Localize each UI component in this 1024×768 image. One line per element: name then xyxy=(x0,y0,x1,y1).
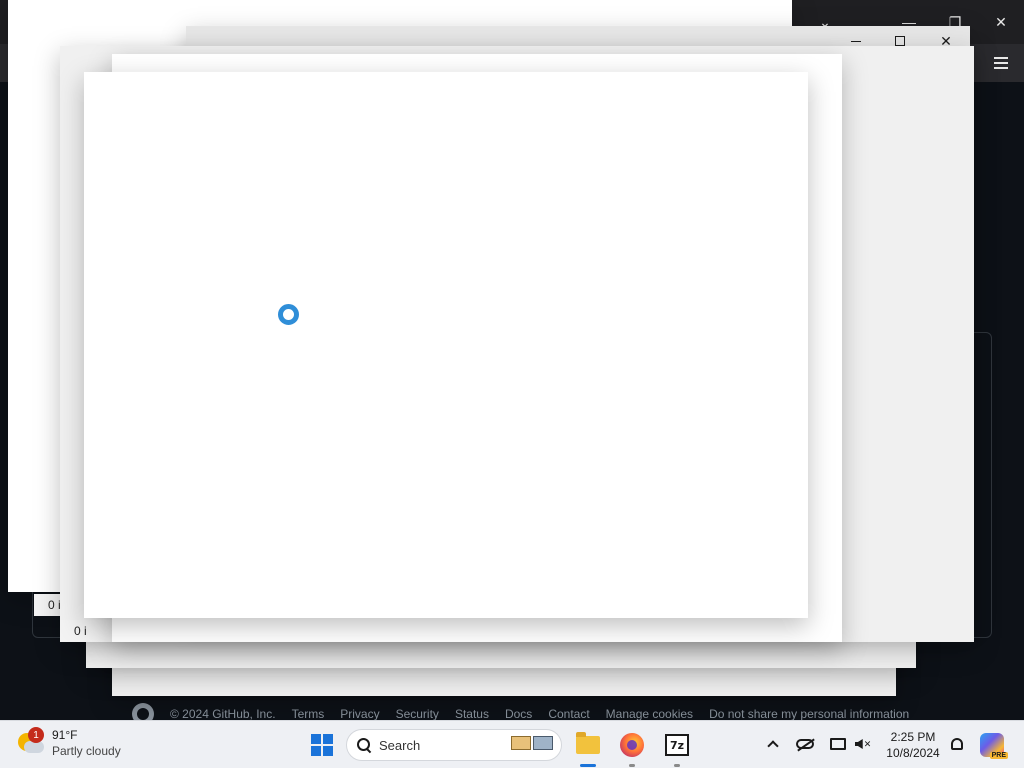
taskbar-search-box[interactable]: Search xyxy=(346,729,562,761)
notifications-button[interactable] xyxy=(947,734,967,754)
minimize-icon xyxy=(851,40,861,42)
loading-spinner-icon xyxy=(278,304,299,325)
footer-link-docs[interactable]: Docs xyxy=(505,707,532,721)
start-button[interactable] xyxy=(306,729,338,761)
ghost-status-bar-2: 0 i xyxy=(60,620,112,642)
clock-date: 10/8/2024 xyxy=(886,746,940,760)
minimize-button[interactable] xyxy=(836,27,876,55)
clock-time: 2:25 PM xyxy=(890,730,936,744)
network-icon[interactable] xyxy=(828,734,848,754)
partly-cloudy-icon: 1 xyxy=(16,727,44,757)
footer-link-terms[interactable]: Terms xyxy=(292,707,325,721)
search-highlight-icon xyxy=(511,736,555,754)
maximize-button[interactable] xyxy=(880,27,920,55)
footer-link-contact[interactable]: Contact xyxy=(548,707,589,721)
footer-link-do-not-share[interactable]: Do not share my personal information xyxy=(709,707,909,721)
close-icon: ✕ xyxy=(940,32,952,49)
running-app-indicator xyxy=(629,764,635,767)
taskbar-firefox[interactable] xyxy=(616,729,648,767)
footer-copyright: © 2024 GitHub, Inc. xyxy=(170,707,276,721)
weather-temperature: 91°F xyxy=(52,728,78,742)
close-button[interactable]: ✕ xyxy=(926,27,966,55)
onedrive-offline-icon[interactable] xyxy=(795,734,815,754)
taskbar: 1 91°F Partly cloudy Search 7z ✕ 2:25 PM… xyxy=(0,720,1024,768)
loading-window xyxy=(84,72,808,618)
footer-link-privacy[interactable]: Privacy xyxy=(340,707,379,721)
bg-close-button[interactable]: ✕ xyxy=(986,8,1016,36)
footer-link-manage-cookies[interactable]: Manage cookies xyxy=(606,707,693,721)
firefox-icon xyxy=(620,733,644,757)
bell-icon xyxy=(951,738,963,750)
chevron-up-icon xyxy=(767,740,779,752)
show-hidden-icons-button[interactable] xyxy=(763,734,783,754)
volume-muted-icon[interactable]: ✕ xyxy=(853,734,873,754)
footer-link-security[interactable]: Security xyxy=(396,707,439,721)
copilot-icon[interactable]: PRE xyxy=(980,733,1008,759)
active-app-indicator xyxy=(580,764,596,767)
taskbar-7zip[interactable]: 7z xyxy=(661,729,693,767)
file-explorer-icon xyxy=(576,732,600,754)
7zip-icon: 7z xyxy=(665,734,689,756)
search-icon xyxy=(357,738,371,752)
maximize-icon xyxy=(895,36,905,46)
running-app-indicator xyxy=(674,764,680,767)
weather-widget[interactable]: 1 91°F Partly cloudy xyxy=(16,727,121,759)
weather-condition: Partly cloudy xyxy=(52,744,121,758)
copilot-preview-badge: PRE xyxy=(989,752,1008,759)
weather-notification-badge: 1 xyxy=(28,727,44,743)
search-label: Search xyxy=(379,737,421,753)
taskbar-file-explorer[interactable] xyxy=(572,729,604,767)
taskbar-clock[interactable]: 2:25 PM 10/8/2024 xyxy=(884,729,942,761)
hamburger-menu-icon[interactable] xyxy=(988,51,1014,75)
footer-link-status[interactable]: Status xyxy=(455,707,489,721)
